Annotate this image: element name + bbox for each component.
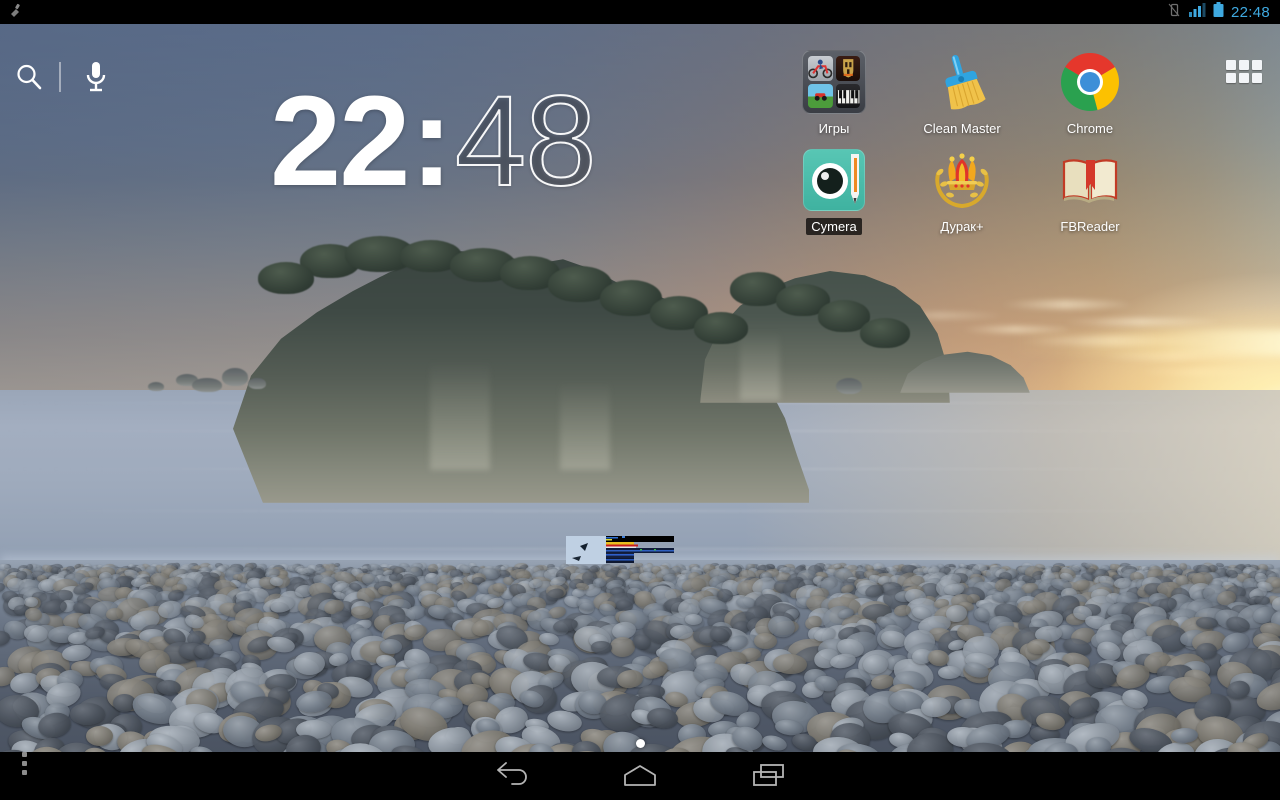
app-label: Игры [818,121,850,136]
render-glitch [566,532,676,568]
open-book-icon [1058,148,1122,212]
clock-minutes: 48 [454,70,597,213]
menu-dot [21,770,27,775]
search-row [0,24,1280,92]
app-label: Cymera [806,218,862,235]
apps-grid-cell [1226,73,1236,83]
apps-grid-cell [1252,73,1262,83]
jester-crown-icon [930,148,994,212]
vibrate-icon [1166,2,1182,23]
menu-dot [21,761,27,766]
status-bar[interactable]: 22:48 [0,0,1280,24]
sun-ray [1010,330,1280,356]
pebble [937,665,962,679]
status-clock: 22:48 [1230,3,1270,21]
search-icon[interactable] [14,62,44,92]
pebble [70,703,106,726]
menu-dot [21,752,27,757]
overflow-menu-icon[interactable] [0,752,48,775]
pebble [350,605,374,620]
apps-grid-icon[interactable] [1226,60,1262,86]
pebble [591,640,613,654]
pebble [65,565,75,573]
app-cymera[interactable]: Cymera [770,148,898,246]
clock-separator: : [410,70,453,213]
pebble [233,573,244,580]
app-fbreader[interactable]: FBReader [1026,148,1154,246]
red-car-hill-icon [808,83,833,108]
app-durak-plus[interactable]: Дурак+ [898,148,1026,246]
app-label: Дурак+ [940,219,984,234]
cleaner-notification-icon [8,2,24,23]
pebble [991,591,1010,603]
recent-apps-icon[interactable] [726,752,812,800]
microphone-icon[interactable] [82,60,110,94]
signal-bars-icon [1188,2,1206,22]
pebble [1195,616,1219,630]
navigation-bar [0,752,1280,800]
pebble [685,613,703,625]
back-arrow-icon[interactable] [469,752,555,800]
page-indicator [0,739,1280,748]
apps-grid-cell [1239,60,1249,70]
app-label: Chrome [1066,121,1114,136]
search-divider [59,62,61,92]
pebble [753,632,777,649]
page-dot-active[interactable] [635,739,645,748]
battery-icon [1213,1,1224,23]
apps-grid-cell [1252,60,1262,70]
app-label: FBReader [1060,219,1120,234]
android-home-screen: 22:48 22: 48 Игры Clean Master Chrome C… [0,0,1280,800]
apps-grid-cell [1239,73,1249,83]
app-label: Clean Master [923,121,1001,136]
piano-keys-icon [835,83,860,108]
camera-lens-icon [802,148,866,212]
clock-hours: 22 [270,70,410,213]
clock-widget[interactable]: 22 : 48 [270,70,597,213]
apps-grid-cell [1226,60,1236,70]
home-icon[interactable] [597,752,683,800]
